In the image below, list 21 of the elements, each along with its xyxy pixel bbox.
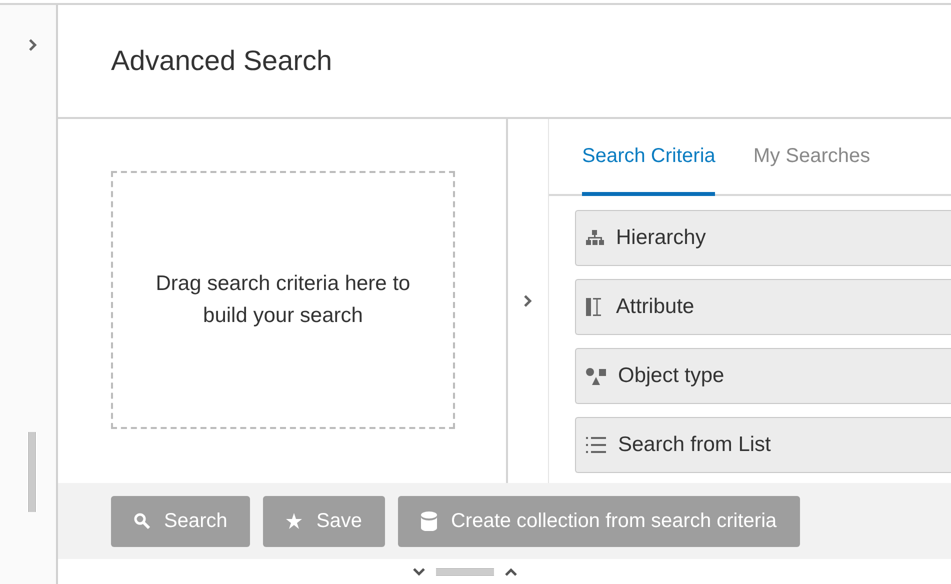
star-icon [286, 513, 302, 529]
resize-handle[interactable] [28, 432, 36, 512]
criteria-item[interactable]: Object type [575, 348, 951, 404]
hierarchy-icon [586, 230, 604, 246]
criteria-item[interactable]: Attribute [575, 279, 951, 335]
tab[interactable]: My Searches [753, 145, 870, 196]
list-icon [586, 436, 606, 454]
criteria-item[interactable]: Hierarchy [575, 210, 951, 266]
database-icon [420, 511, 437, 531]
page-title: Advanced Search [111, 45, 332, 77]
expand-icon[interactable] [523, 294, 533, 308]
shapes-icon [586, 367, 606, 385]
collapse-icon[interactable] [412, 566, 426, 576]
expand-icon[interactable] [28, 38, 38, 52]
search-icon [134, 513, 150, 529]
resize-handle[interactable] [436, 568, 494, 576]
tab[interactable]: Search Criteria [582, 145, 716, 196]
expand-icon[interactable] [504, 566, 518, 576]
criteria-item[interactable]: Search from List [575, 417, 951, 473]
attribute-icon [586, 297, 604, 317]
drop-zone: Drag search criteria here to build your search [111, 171, 455, 429]
